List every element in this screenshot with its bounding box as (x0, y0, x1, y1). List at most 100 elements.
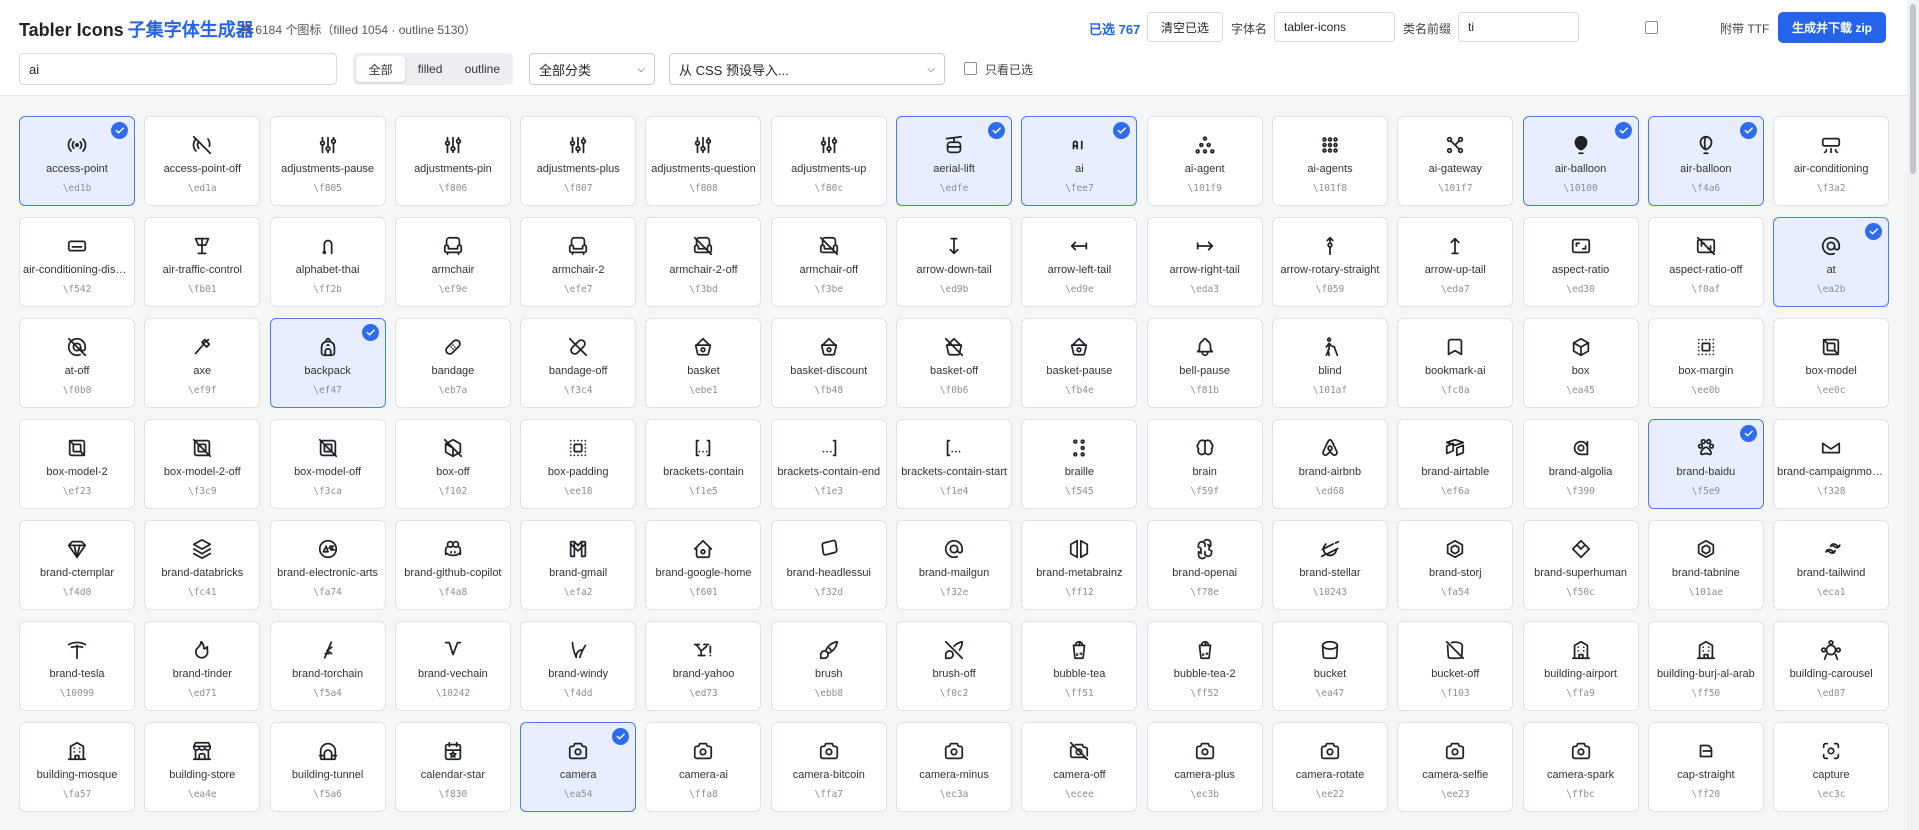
icon-card[interactable]: access-point \ed1b (19, 116, 135, 206)
icon-card[interactable]: brain \f59f (1146, 419, 1263, 509)
icon-card[interactable]: camera-rotate \ee22 (1271, 722, 1388, 812)
icon-card[interactable]: air-conditioning \f3a2 (1773, 116, 1890, 206)
icon-card[interactable]: brush-off \f0c2 (896, 621, 1013, 711)
icon-card[interactable]: ai \fee7 (1021, 116, 1138, 206)
icon-card[interactable]: adjustments-up \f80c (770, 116, 887, 206)
icon-card[interactable]: air-balloon \10100 (1522, 116, 1639, 206)
icon-card[interactable]: armchair-2-off \f3bd (645, 217, 762, 307)
icon-card[interactable]: brand-github-copilot \f4a8 (394, 520, 511, 610)
icon-card[interactable]: adjustments-plus \f807 (520, 116, 637, 206)
icon-card[interactable]: arrow-left-tail \ed9e (1021, 217, 1138, 307)
css-preset-select[interactable]: 从 CSS 预设导入... ⌵ (669, 53, 945, 85)
category-select[interactable]: 全部分类 ⌵ (529, 53, 655, 85)
scrollbar[interactable] (1907, 0, 1919, 830)
icon-card[interactable]: brand-airbnb \ed68 (1271, 419, 1388, 509)
icon-card[interactable]: brand-databricks \fc41 (144, 520, 261, 610)
icon-card[interactable]: basket-off \f0b6 (896, 318, 1013, 408)
icon-card[interactable]: bubble-tea \ff51 (1021, 621, 1138, 711)
segment-filled[interactable]: filled (407, 56, 452, 82)
icon-card[interactable]: box \ea45 (1522, 318, 1639, 408)
icon-card[interactable]: armchair \ef9e (394, 217, 511, 307)
icon-card[interactable]: brush \ebb8 (770, 621, 887, 711)
icon-card[interactable]: air-traffic-control \fb01 (144, 217, 261, 307)
icon-card[interactable]: brand-tinder \ed71 (144, 621, 261, 711)
icon-card[interactable]: box-model-2 \ef23 (19, 419, 135, 509)
icon-card[interactable]: brand-ctemplar \f4d0 (19, 520, 135, 610)
icon-card[interactable]: box-off \f102 (394, 419, 511, 509)
icon-card[interactable]: building-tunnel \f5a6 (269, 722, 386, 812)
icon-card[interactable]: armchair-2 \efe7 (520, 217, 637, 307)
generate-download-button[interactable]: 生成并下载 zip (1778, 12, 1886, 43)
icon-card[interactable]: building-store \ea4e (144, 722, 261, 812)
icon-card[interactable]: basket \ebe1 (645, 318, 762, 408)
icon-card[interactable]: air-conditioning-disabled \f542 (19, 217, 135, 307)
ttf-checkbox[interactable] (1645, 21, 1658, 34)
icon-card[interactable]: brand-electronic-arts \fa74 (269, 520, 386, 610)
icon-card[interactable]: at \ea2b (1773, 217, 1890, 307)
icon-card[interactable]: brand-yahoo \ed73 (645, 621, 762, 711)
clear-selection-button[interactable]: 清空已选 (1147, 12, 1223, 42)
icon-card[interactable]: bell-pause \f81b (1146, 318, 1263, 408)
icon-card[interactable]: backpack \ef47 (269, 318, 386, 408)
icon-card[interactable]: adjustments-pin \f806 (394, 116, 511, 206)
icon-card[interactable]: box-model-off \f3ca (269, 419, 386, 509)
font-name-input[interactable]: tabler-icons (1274, 12, 1395, 42)
icon-card[interactable]: ai-agent \101f9 (1146, 116, 1263, 206)
icon-card[interactable]: brand-openai \f78e (1146, 520, 1263, 610)
segment-all[interactable]: 全部 (356, 56, 406, 82)
icon-card[interactable]: armchair-off \f3be (770, 217, 887, 307)
icon-card[interactable]: cap-straight \ff20 (1647, 722, 1764, 812)
icon-card[interactable]: box-model \ee0c (1773, 318, 1890, 408)
icon-card[interactable]: alphabet-thai \ff2b (269, 217, 386, 307)
icon-card[interactable]: brand-baidu \f5e9 (1647, 419, 1764, 509)
icon-card[interactable]: brand-tabnine \101ae (1647, 520, 1764, 610)
icon-card[interactable]: axe \ef9f (144, 318, 261, 408)
icon-card[interactable]: brand-torchain \f5a4 (269, 621, 386, 711)
icon-card[interactable]: bandage-off \f3c4 (520, 318, 637, 408)
icon-card[interactable]: arrow-down-tail \ed9b (896, 217, 1013, 307)
icon-card[interactable]: bookmark-ai \fc8a (1397, 318, 1514, 408)
icon-card[interactable]: brand-headlessui \f32d (770, 520, 887, 610)
icon-card[interactable]: box-padding \ee18 (520, 419, 637, 509)
icon-card[interactable]: brand-google-home \f601 (645, 520, 762, 610)
icon-card[interactable]: arrow-up-tail \eda7 (1397, 217, 1514, 307)
scrollbar-thumb[interactable] (1910, 4, 1916, 174)
icon-card[interactable]: camera-selfie \ee23 (1397, 722, 1514, 812)
icon-card[interactable]: camera-ai \ffa8 (645, 722, 762, 812)
icon-card[interactable]: brand-mailgun \f32e (896, 520, 1013, 610)
icon-card[interactable]: bandage \eb7a (394, 318, 511, 408)
only-selected-checkbox[interactable] (964, 62, 977, 75)
icon-card[interactable]: camera-bitcoin \ffa7 (770, 722, 887, 812)
icon-card[interactable]: brand-tailwind \eca1 (1773, 520, 1890, 610)
icon-card[interactable]: ai-agents \101f8 (1271, 116, 1388, 206)
icon-card[interactable]: at-off \f0b0 (19, 318, 135, 408)
icon-card[interactable]: blind \101af (1271, 318, 1388, 408)
icon-card[interactable]: bucket-off \f103 (1397, 621, 1514, 711)
icon-card[interactable]: bucket \ea47 (1271, 621, 1388, 711)
icon-card[interactable]: box-model-2-off \f3c9 (144, 419, 261, 509)
icon-card[interactable]: camera-plus \ec3b (1146, 722, 1263, 812)
icon-card[interactable]: brand-stellar \10243 (1271, 520, 1388, 610)
icon-card[interactable]: brackets-contain-start \f1e4 (896, 419, 1013, 509)
icon-card[interactable]: ai-gateway \101f7 (1397, 116, 1514, 206)
icon-card[interactable]: building-burj-al-arab \ff50 (1647, 621, 1764, 711)
icon-card[interactable]: camera-off \ecee (1021, 722, 1138, 812)
icon-card[interactable]: camera \ea54 (520, 722, 637, 812)
icon-card[interactable]: brand-vechain \10242 (394, 621, 511, 711)
icon-card[interactable]: calendar-star \f830 (394, 722, 511, 812)
icon-card[interactable]: brand-tesla \10099 (19, 621, 135, 711)
icon-card[interactable]: building-carousel \ed87 (1773, 621, 1890, 711)
icon-card[interactable]: brand-superhuman \f50c (1522, 520, 1639, 610)
icon-card[interactable]: camera-spark \ffbc (1522, 722, 1639, 812)
icon-card[interactable]: brackets-contain-end \f1e3 (770, 419, 887, 509)
icon-card[interactable]: camera-minus \ec3a (896, 722, 1013, 812)
class-prefix-input[interactable]: ti (1458, 12, 1579, 42)
icon-card[interactable]: capture \ec3c (1773, 722, 1890, 812)
icon-card[interactable]: brand-gmail \efa2 (520, 520, 637, 610)
icon-card[interactable]: aerial-lift \edfe (896, 116, 1013, 206)
icon-card[interactable]: brand-campaignmonitor \f328 (1773, 419, 1890, 509)
icon-card[interactable]: adjustments-pause \f805 (269, 116, 386, 206)
icon-card[interactable]: braille \f545 (1021, 419, 1138, 509)
icon-card[interactable]: basket-discount \fb48 (770, 318, 887, 408)
segment-outline[interactable]: outline (455, 56, 510, 82)
